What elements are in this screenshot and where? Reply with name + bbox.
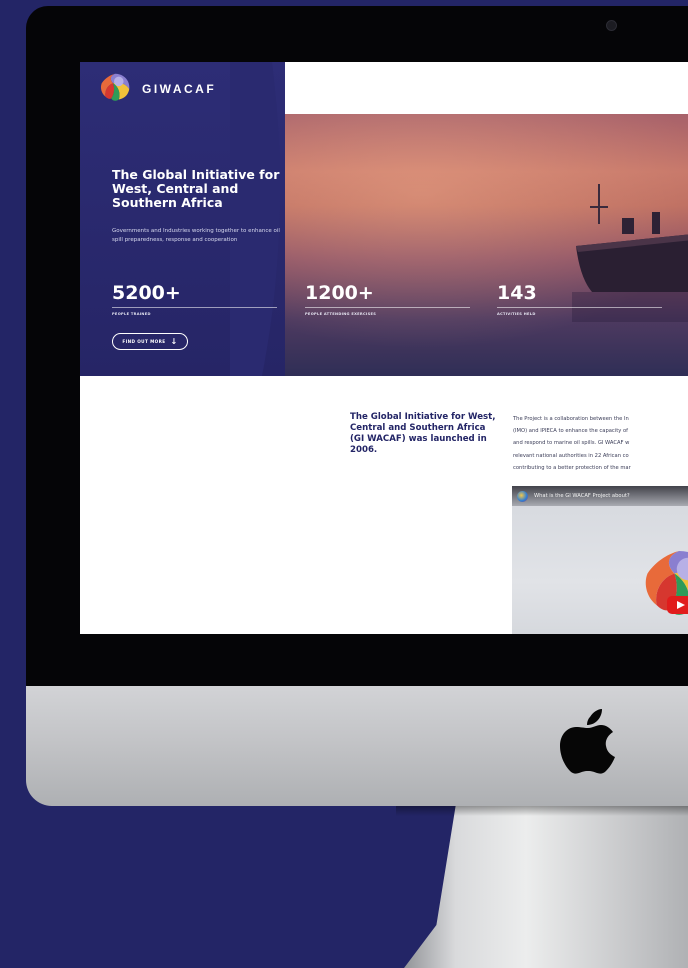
stat-divider bbox=[112, 307, 277, 308]
giwacaf-logo-large-icon bbox=[645, 551, 688, 615]
stat-value: 1200+ bbox=[305, 282, 374, 304]
stand-shadow bbox=[396, 806, 688, 816]
about-line: The Project is a collaboration between t… bbox=[513, 416, 629, 422]
find-out-more-label: FIND OUT MORE bbox=[122, 339, 166, 344]
stat-label: PEOPLE TRAINED bbox=[112, 312, 151, 316]
about-line: relevant national authorities in 22 Afri… bbox=[513, 452, 629, 459]
imac-stand bbox=[398, 806, 688, 968]
arrow-down-icon: ↓ bbox=[170, 336, 178, 346]
stat-value: 5200+ bbox=[112, 282, 181, 304]
video-embed[interactable]: What is the GI WACAF Project about? bbox=[512, 486, 688, 634]
camera-icon bbox=[606, 20, 617, 31]
imac-chin bbox=[26, 686, 688, 806]
stat-people-trained: 5200+ PEOPLE TRAINED bbox=[112, 282, 282, 316]
giwacaf-logo-icon bbox=[100, 73, 130, 101]
stat-people-attending: 1200+ PEOPLE ATTENDING EXERCISES bbox=[305, 282, 475, 316]
panel-curve bbox=[230, 62, 280, 376]
stage: GIWACAF The Global Initiative for West, … bbox=[0, 0, 688, 968]
video-title[interactable]: What is the GI WACAF Project about? bbox=[534, 493, 630, 499]
brand-name: GIWACAF bbox=[142, 82, 217, 96]
brand[interactable]: GIWACAF bbox=[96, 70, 216, 108]
about-heading: The Global Initiative for West, Central … bbox=[350, 412, 496, 455]
play-triangle-icon bbox=[677, 601, 685, 609]
youtube-play-icon[interactable] bbox=[667, 596, 688, 614]
stat-activities-held: 143 ACTIVITIES HELD bbox=[497, 282, 667, 316]
stat-divider bbox=[497, 307, 662, 308]
hero-title: The Global Initiative for West, Central … bbox=[112, 167, 280, 210]
hero-subtitle: Governments and Industries working toget… bbox=[112, 228, 280, 243]
stat-value: 143 bbox=[497, 282, 537, 304]
apple-logo-icon bbox=[560, 709, 615, 774]
stat-label: ACTIVITIES HELD bbox=[497, 312, 536, 316]
channel-avatar-icon bbox=[517, 490, 528, 502]
video-title-bar: What is the GI WACAF Project about? bbox=[512, 486, 688, 506]
about-line: contributing to a better protection of t… bbox=[513, 464, 631, 471]
screen: GIWACAF The Global Initiative for West, … bbox=[80, 62, 688, 634]
find-out-more-button[interactable]: FIND OUT MORE ↓ bbox=[112, 333, 188, 350]
stat-divider bbox=[305, 307, 470, 308]
about-line: and respond to marine oil spills. GI WAC… bbox=[513, 440, 630, 447]
stat-label: PEOPLE ATTENDING EXERCISES bbox=[305, 312, 377, 316]
about-line: (IMO) and IPIECA to enhance the capacity… bbox=[513, 428, 628, 435]
about-text: The Project is a collaboration between t… bbox=[513, 413, 688, 474]
